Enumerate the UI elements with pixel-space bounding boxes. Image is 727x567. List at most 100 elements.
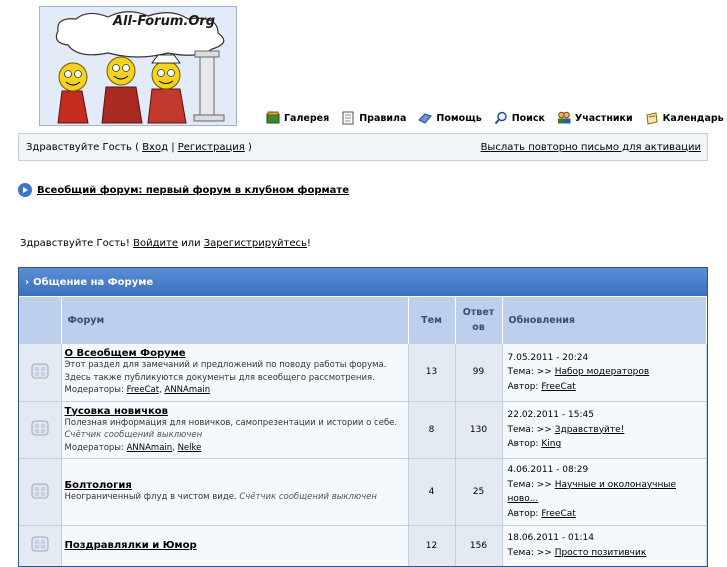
replies-count: 156: [455, 525, 503, 566]
forum-rows: О Всеобщем Форуме Этот раздел для замечан…: [19, 343, 707, 566]
topics-count: 13: [408, 343, 456, 401]
forum-title-link[interactable]: Поздравлялки и Юмор: [65, 540, 405, 551]
last-post-date: 22.02.2011 - 15:45: [507, 410, 594, 420]
no-new-posts-icon: [31, 483, 49, 498]
rules-icon: [342, 111, 354, 125]
gallery-icon: [266, 111, 280, 124]
resend-activation-link[interactable]: Выслать повторно письмо для активации: [481, 142, 701, 153]
help-icon: [418, 113, 433, 124]
moderators-label: Модераторы:: [64, 442, 124, 453]
last-post-topic-link[interactable]: Набор модераторов: [555, 367, 649, 377]
forum-title-link[interactable]: Тусовка новичков: [65, 406, 405, 417]
author-label: Автор:: [507, 508, 539, 519]
table-row: Тусовка новичков Полезная информация для …: [19, 400, 707, 459]
category-title[interactable]: › Общение на Форуме: [19, 268, 707, 296]
logo-text: All-Forum.Org: [113, 14, 216, 29]
last-post-author-link[interactable]: FreeCat: [541, 382, 575, 392]
forum-status-cell: [19, 525, 62, 566]
logo-mascots-icon: [57, 50, 225, 124]
moderator-link[interactable]: Nelke: [178, 443, 202, 453]
header: All-Forum.Org Галерея Правила Помощь Пои…: [18, 0, 724, 128]
no-new-posts-icon: [31, 363, 49, 379]
nav-members[interactable]: Участники: [557, 109, 633, 127]
separator: |: [171, 141, 175, 153]
last-post-author-link[interactable]: King: [541, 439, 561, 449]
forum-info-cell: Поздравлялки и Юмор: [61, 525, 409, 566]
guest-greeting: Здравствуйте Гость ( Вход | Регистрация …: [26, 142, 252, 153]
breadcrumb-forum-link[interactable]: Всеобщий форум: первый форум в клубном ф…: [37, 185, 349, 196]
moderator-link[interactable]: ANNAmain: [165, 385, 211, 395]
welcome-message: Здравствуйте Гость! Войдите или Зарегист…: [20, 238, 311, 249]
forum-note: Счётчик сообщений выключен: [239, 492, 377, 503]
welcome-or: или: [181, 238, 201, 249]
last-post-cell: 18.06.2011 - 01:14 Тема: >> Просто позити…: [502, 525, 707, 566]
last-post-cell: 4.06.2011 - 08:29 Тема: >> Научные и окол…: [502, 458, 707, 526]
last-post-topic: Тема: >> Научные и околонаучные ново...: [508, 478, 702, 507]
forum-description: Полезная информация для новичков, самопр…: [65, 417, 405, 442]
last-post-cell: 7.05.2011 - 20:24 Тема: >> Набор модерато…: [502, 343, 707, 401]
welcome-prefix: Здравствуйте Гость!: [20, 238, 130, 249]
forum-note: Счётчик сообщений выключен: [64, 430, 203, 440]
forum-moderators: Модераторы: FreeCat, ANNAmain: [64, 385, 211, 395]
forum-status-cell: [19, 400, 62, 459]
last-post-date: 18.06.2011 - 01:14: [507, 533, 594, 544]
forum-description: Этот раздел для замечаний и предложений …: [65, 359, 405, 384]
table-row: Поздравлялки и Юмор 12 156 18.06.2011 - 01:…: [19, 525, 707, 566]
last-post-author: Автор: FreeCat: [508, 507, 702, 522]
greeting-prefix: Здравствуйте Гость (: [26, 141, 139, 153]
last-post-topic: Тема: >> Здравствуйте!: [508, 423, 702, 438]
author-label: Автор:: [507, 381, 539, 392]
nav-gallery-label: Галерея: [284, 112, 330, 124]
topic-label: Тема: >>: [507, 547, 552, 558]
nav-gallery[interactable]: Галерея: [266, 109, 329, 127]
nav-rules-label: Правила: [359, 112, 407, 124]
nav-help[interactable]: Помощь: [418, 109, 482, 127]
register-link[interactable]: Регистрация: [178, 142, 245, 153]
topics-count: 12: [408, 525, 456, 566]
no-new-posts-icon: [31, 420, 49, 436]
last-post-topic-link[interactable]: Просто позитивчик: [555, 548, 647, 558]
search-icon: [494, 111, 507, 125]
header-updates: Обновления: [502, 296, 707, 344]
forum-title-link[interactable]: Болтология: [65, 480, 405, 491]
header-topics: Тем: [408, 296, 456, 344]
topic-label: Тема: >>: [507, 479, 552, 490]
nav-members-label: Участники: [574, 112, 633, 124]
header-forum: Форум: [61, 296, 409, 344]
category-title-text: Общение на Форуме: [33, 276, 154, 288]
forum-description-text: Этот раздел для замечаний и предложений …: [64, 360, 387, 383]
nav-search-label: Поиск: [511, 112, 545, 124]
arrow-right-icon: ›: [25, 276, 30, 288]
header-replies: Ответов: [455, 296, 503, 344]
last-post-date: 7.05.2011 - 20:24: [507, 352, 589, 363]
author-label: Автор:: [507, 439, 539, 449]
table-header-row: Форум Тем Ответов Обновления: [19, 296, 707, 344]
members-icon: [557, 111, 571, 124]
welcome-register-link[interactable]: Зарегистрируйтесь: [204, 238, 307, 249]
topic-label: Тема: >>: [507, 367, 552, 377]
moderator-link[interactable]: ANNAmain: [127, 443, 173, 453]
replies-count: 99: [455, 343, 503, 401]
moderator-link[interactable]: FreeCat: [127, 385, 160, 395]
last-post-topic-link[interactable]: Здравствуйте!: [555, 425, 625, 435]
last-post-topic: Тема: >> Набор модераторов: [508, 365, 702, 380]
no-new-posts-icon: [31, 536, 49, 552]
replies-count: 25: [455, 458, 503, 526]
forum-category: › Общение на Форуме Форум Тем Ответов Об…: [18, 267, 708, 567]
user-bar: Здравствуйте Гость ( Вход | Регистрация …: [18, 133, 708, 161]
last-post-author-link[interactable]: FreeCat: [541, 509, 575, 519]
forum-home-icon: [18, 183, 32, 197]
breadcrumb: Всеобщий форум: первый форум в клубном ф…: [18, 183, 349, 197]
forum-status-cell: [19, 343, 62, 401]
login-link[interactable]: Вход: [142, 142, 168, 153]
nav-rules[interactable]: Правила: [341, 109, 406, 127]
site-logo[interactable]: All-Forum.Org: [39, 6, 237, 126]
forum-description-text: Полезная информация для новичков, самопр…: [64, 417, 398, 428]
nav-calendar[interactable]: Календарь: [645, 109, 724, 127]
welcome-login-link[interactable]: Войдите: [133, 238, 178, 249]
forum-title-link[interactable]: О Всеобщем Форуме: [65, 348, 405, 359]
forum-info-cell: О Всеобщем Форуме Этот раздел для замечан…: [61, 343, 409, 401]
table-row: Болтология Неограниченный флуд в чистом в…: [19, 458, 707, 526]
topics-count: 8: [408, 400, 456, 459]
nav-search[interactable]: Поиск: [494, 109, 545, 127]
